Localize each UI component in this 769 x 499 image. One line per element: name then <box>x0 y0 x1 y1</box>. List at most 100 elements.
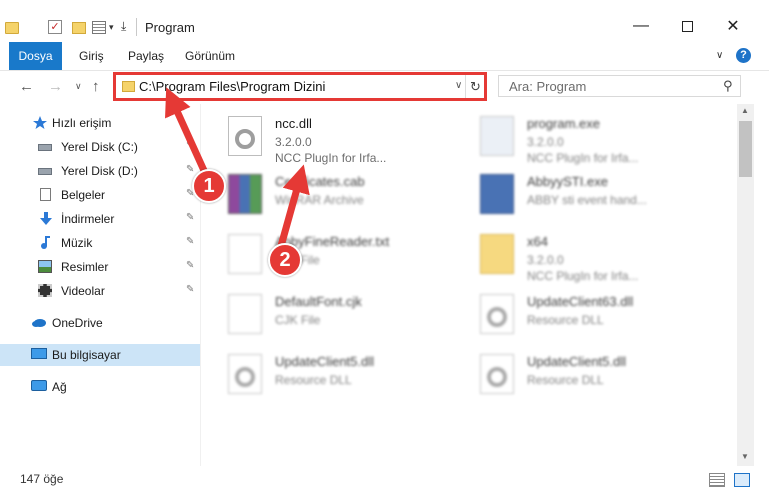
sidebar-item-this-pc[interactable]: Bu bilgisayar <box>0 344 200 366</box>
minimize-icon: — <box>633 17 649 34</box>
sidebar-item-quick-access[interactable]: Hızlı erişim <box>0 112 200 134</box>
sidebar-item-onedrive[interactable]: OneDrive <box>0 312 200 334</box>
file-name: program.exe <box>527 116 600 131</box>
drive-icon <box>38 144 52 151</box>
file-name: UpdateClient63.dll <box>527 294 634 309</box>
file-description: NCC PlugIn for Irfa... <box>527 269 639 283</box>
file-item-defaultfont-cjk[interactable]: DefaultFont.cjk CJK File <box>228 290 468 344</box>
file-name: UpdateClient5.dll <box>527 354 627 369</box>
documents-icon <box>40 188 51 201</box>
scroll-thumb[interactable] <box>739 121 752 177</box>
file-item-x64[interactable]: x64 3.2.0.0 NCC PlugIn for Irfa... <box>480 230 720 284</box>
large-icons-view-icon[interactable] <box>734 473 750 487</box>
maximize-button[interactable] <box>664 10 710 42</box>
text-file-icon <box>228 234 262 274</box>
pin-icon[interactable]: ✎ <box>186 140 194 151</box>
file-item-updateclient5-dll-2[interactable]: UpdateClient5.dll Resource DLL <box>480 350 720 404</box>
folder-icon <box>480 234 514 274</box>
file-item-abbyysti-exe[interactable]: AbbyySTI.exe ABBY sti event hand... <box>480 170 720 224</box>
up-arrow-icon[interactable]: ↑ <box>92 78 100 95</box>
file-name: UpdateClient5.dll <box>275 354 375 369</box>
file-name: Certificates.cab <box>275 174 365 189</box>
sidebar-item-pictures[interactable]: Resimler ✎ <box>0 256 200 278</box>
properties-check-icon[interactable]: ✓ <box>48 20 62 34</box>
sidebar-item-label: Belgeler <box>61 188 106 202</box>
ribbon-expand-icon[interactable]: ∨ <box>716 50 723 61</box>
computer-icon <box>31 348 47 359</box>
dll-gear-icon <box>480 354 514 394</box>
pin-icon[interactable]: ✎ <box>186 284 194 295</box>
network-icon <box>31 380 47 391</box>
search-input[interactable]: Ara: Program ⚲ <box>498 75 741 97</box>
tab-giris[interactable]: Giriş <box>79 42 104 70</box>
file-item-updateclient5-dll[interactable]: UpdateClient5.dll Resource DLL <box>228 350 468 404</box>
file-item-finereader-txt[interactable]: AbbyFineReader.txt Text File <box>228 230 468 284</box>
sidebar-item-label: Yerel Disk (C:) <box>61 140 138 154</box>
folder-icon <box>122 81 135 92</box>
search-icon[interactable]: ⚲ <box>723 78 733 94</box>
file-item-ncc-dll[interactable]: ncc.dll 3.2.0.0 NCC PlugIn for Irfa... <box>228 112 468 166</box>
sidebar-item-local-disk-d[interactable]: Yerel Disk (D:) ✎ <box>0 160 200 182</box>
pane-divider[interactable] <box>200 104 201 466</box>
file-type: Resource DLL <box>527 373 604 387</box>
refresh-icon[interactable]: ↻ <box>465 75 485 98</box>
file-type: CJK File <box>275 313 321 327</box>
forward-arrow-icon[interactable]: → <box>48 78 63 95</box>
pin-icon[interactable]: ✎ <box>186 260 194 271</box>
address-dropdown-icon[interactable]: ∨ <box>455 80 462 91</box>
dll-gear-icon <box>480 294 514 334</box>
scroll-down-icon[interactable]: ▼ <box>741 452 749 461</box>
quick-access-dropdown-icon[interactable]: ▾ <box>109 22 114 40</box>
maximize-icon <box>681 20 693 32</box>
back-arrow-icon[interactable]: ← <box>19 78 34 95</box>
address-bar[interactable]: C:\Program Files\Program Dizini ∨ ↻ <box>113 72 487 101</box>
tab-dosya[interactable]: Dosya <box>9 42 62 70</box>
file-list: ncc.dll 3.2.0.0 NCC PlugIn for Irfa... p… <box>204 104 736 466</box>
title-bar: ✓ ▾ ⤓ Program — ✕ <box>0 0 769 42</box>
sidebar-item-downloads[interactable]: İndirmeler ✎ <box>0 208 200 230</box>
sidebar-item-network[interactable]: Ağ <box>0 376 200 398</box>
folder-icon[interactable] <box>5 22 19 34</box>
vertical-scrollbar[interactable]: ▲ ▼ <box>737 104 754 466</box>
sidebar-item-videos[interactable]: Videolar ✎ <box>0 280 200 302</box>
file-name: AbbyySTI.exe <box>527 174 608 189</box>
sidebar-item-label: İndirmeler <box>61 212 115 226</box>
file-version: 3.2.0.0 <box>275 135 312 149</box>
download-icon <box>40 212 52 225</box>
recent-locations-icon[interactable]: ∨ <box>75 81 82 92</box>
file-item-program-exe[interactable]: program.exe 3.2.0.0 NCC PlugIn for Irfa.… <box>480 112 720 166</box>
pin-icon[interactable]: ✎ <box>186 236 194 247</box>
file-description: NCC PlugIn for Irfa... <box>527 151 639 165</box>
file-item-certificates-cab[interactable]: Certificates.cab WinRAR Archive <box>228 170 468 224</box>
new-folder-icon[interactable] <box>72 22 86 34</box>
help-icon[interactable]: ? <box>736 48 751 63</box>
file-item-updateclient63-dll[interactable]: UpdateClient63.dll Resource DLL <box>480 290 720 344</box>
sidebar-item-documents[interactable]: Belgeler ✎ <box>0 184 200 206</box>
details-view-icon[interactable] <box>709 473 725 487</box>
sidebar-item-local-disk-c[interactable]: Yerel Disk (C:) ✎ <box>0 136 200 158</box>
callout-badge-2: 2 <box>268 243 302 277</box>
view-options-icon[interactable] <box>92 21 106 34</box>
exe-icon <box>480 174 514 214</box>
sidebar-item-music[interactable]: Müzik ✎ <box>0 232 200 254</box>
file-name: ncc.dll <box>275 116 312 131</box>
tab-paylas[interactable]: Paylaş <box>128 42 164 70</box>
pictures-icon <box>38 260 52 273</box>
title-separator <box>136 18 137 36</box>
sidebar-item-label: Videolar <box>61 284 105 298</box>
pin-icon[interactable]: ✎ <box>186 212 194 223</box>
file-version: 3.2.0.0 <box>527 253 564 267</box>
archive-icon <box>228 174 262 214</box>
status-bar: 147 öğe <box>0 466 769 499</box>
pin-icon[interactable]: ✎ <box>186 164 194 175</box>
customize-toolbar-icon[interactable]: ⤓ <box>121 19 126 37</box>
navigation-pane: Hızlı erişim Yerel Disk (C:) ✎ Yerel Dis… <box>0 104 201 466</box>
address-path[interactable]: C:\Program Files\Program Dizini <box>139 79 325 94</box>
scroll-up-icon[interactable]: ▲ <box>741 106 749 115</box>
sidebar-item-label: Hızlı erişim <box>52 116 112 130</box>
minimize-button[interactable]: — <box>618 10 664 42</box>
item-count: 147 öğe <box>20 472 64 486</box>
tab-gorunum[interactable]: Görünüm <box>185 42 235 70</box>
file-name: x64 <box>527 234 548 249</box>
close-button[interactable]: ✕ <box>710 10 756 42</box>
